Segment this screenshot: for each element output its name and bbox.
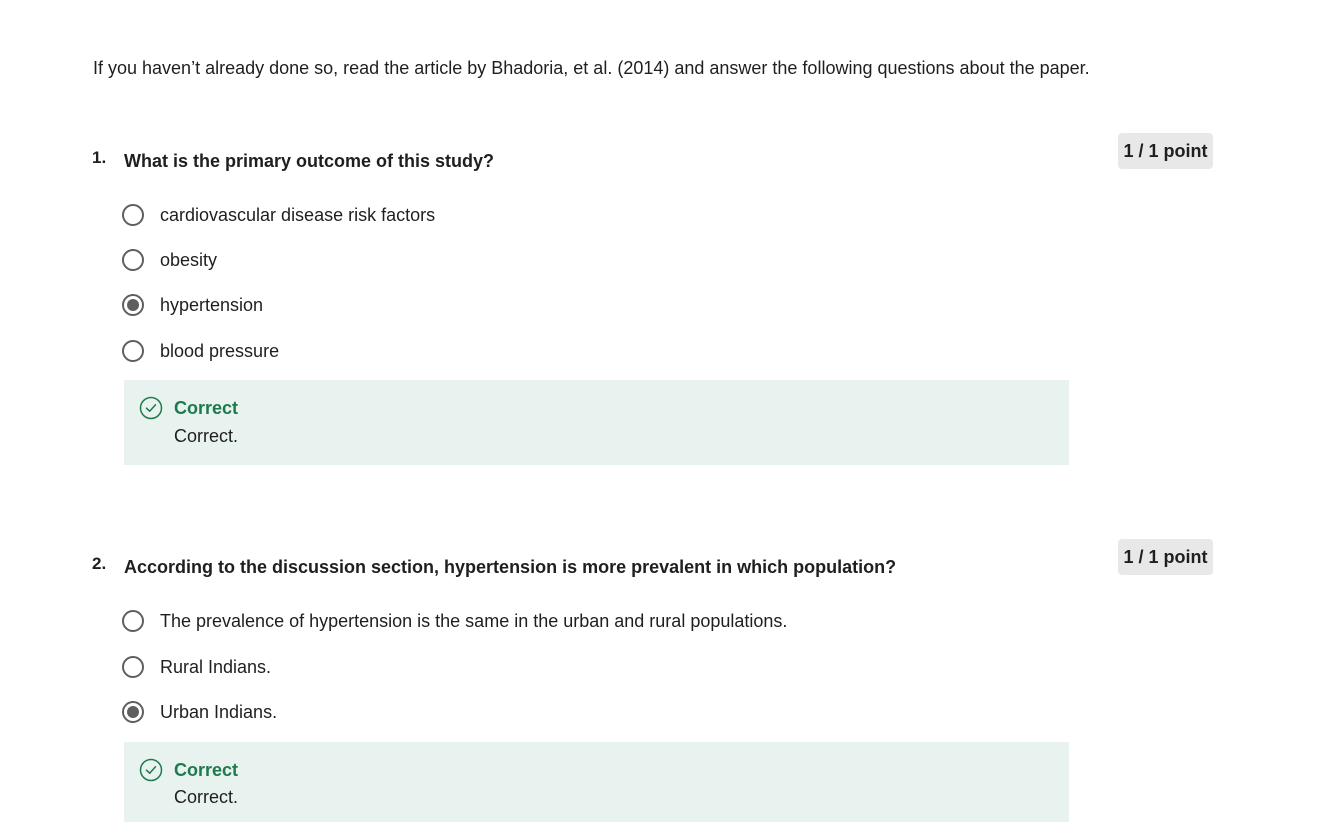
feedback-title: Correct	[174, 398, 239, 418]
radio-button[interactable]	[122, 656, 144, 678]
option-rural-indians[interactable]: Rural Indians.	[122, 653, 271, 681]
question-text: What is the primary outcome of this stud…	[124, 151, 495, 171]
feedback-title: Correct	[174, 760, 239, 780]
radio-button[interactable]	[122, 249, 144, 271]
option-obesity[interactable]: obesity	[122, 246, 217, 274]
feedback-panel: Correct Correct.	[124, 742, 1069, 822]
quiz-page: If you haven’t already done so, read the…	[0, 0, 1321, 822]
radio-button[interactable]	[122, 610, 144, 632]
option-same-prevalence[interactable]: The prevalence of hypertension is the sa…	[122, 607, 787, 635]
radio-button[interactable]	[122, 204, 144, 226]
option-blood-pressure[interactable]: blood pressure	[122, 337, 279, 365]
option-urban-indians[interactable]: Urban Indians.	[122, 698, 277, 726]
radio-dot	[127, 706, 139, 718]
check-circle-icon	[139, 758, 163, 782]
question-text: According to the discussion section, hyp…	[124, 557, 897, 577]
feedback-panel: Correct Correct.	[124, 380, 1069, 465]
option-label: blood pressure	[160, 341, 280, 361]
option-cardiovascular[interactable]: cardiovascular disease risk factors	[122, 201, 435, 229]
question-number: 1.	[92, 148, 107, 167]
feedback-text: Correct.	[174, 426, 239, 446]
radio-button[interactable]	[122, 340, 144, 362]
question-number: 2.	[92, 554, 107, 573]
radio-button-selected[interactable]	[122, 701, 144, 723]
check-circle-icon	[139, 396, 163, 420]
radio-dot	[127, 299, 139, 311]
intro-text: If you haven’t already done so, read the…	[93, 58, 1090, 78]
option-label: Rural Indians.	[160, 657, 272, 677]
option-label: obesity	[160, 250, 218, 270]
feedback-text: Correct.	[174, 787, 239, 807]
option-label: The prevalence of hypertension is the sa…	[160, 611, 788, 631]
option-hypertension[interactable]: hypertension	[122, 291, 263, 319]
points-badge: 1 / 1 point	[1118, 133, 1213, 169]
points-badge: 1 / 1 point	[1118, 539, 1213, 575]
option-label: Urban Indians.	[160, 702, 278, 722]
option-label: cardiovascular disease risk factors	[160, 205, 436, 225]
radio-button-selected[interactable]	[122, 294, 144, 316]
option-label: hypertension	[160, 295, 264, 315]
